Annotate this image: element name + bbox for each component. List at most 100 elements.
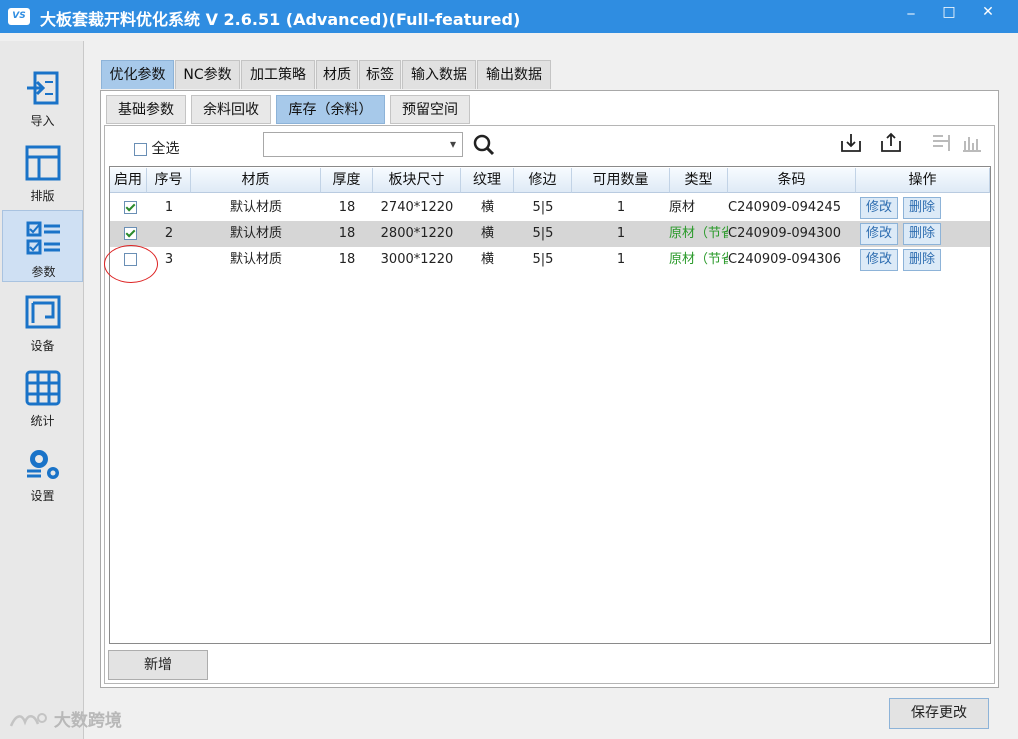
layout-icon <box>25 145 61 181</box>
device-icon <box>25 295 61 329</box>
import-icon <box>27 71 59 105</box>
align-icon <box>933 135 950 151</box>
table-row[interactable]: 1 默认材质 18 2740*1220 横 5|5 1 原材 C240909-0… <box>110 195 990 221</box>
watermark: 大数跨境 <box>8 706 122 732</box>
tab-inventory[interactable]: 库存（余料） <box>276 95 385 124</box>
sidebar-item-import[interactable]: 导入 <box>2 60 83 132</box>
export-tray-icon[interactable] <box>879 131 903 155</box>
chevron-down-icon[interactable]: ▾ <box>450 137 456 151</box>
header-size[interactable]: 板块尺寸 <box>373 168 461 193</box>
cell-grain: 横 <box>480 252 494 267</box>
cell-index: 1 <box>164 200 174 215</box>
cell-material: 默认材质 <box>229 200 282 215</box>
row-enable-checkbox[interactable] <box>120 221 140 247</box>
params-icon <box>26 221 60 255</box>
sidebar-item-layout[interactable]: 排版 <box>2 135 83 207</box>
sidebar-item-stats[interactable]: 统计 <box>2 360 83 432</box>
sidebar-item-device[interactable]: 设备 <box>2 285 83 357</box>
header-material[interactable]: 材质 <box>191 168 321 193</box>
add-button[interactable]: 新增 <box>108 650 208 680</box>
delete-button[interactable]: 删除 <box>903 249 941 271</box>
cell-quantity: 1 <box>616 252 626 267</box>
minimize-button[interactable]: _ <box>893 0 929 33</box>
tab-output-data[interactable]: 输出数据 <box>477 60 551 89</box>
select-all-box[interactable] <box>134 142 147 156</box>
delete-button[interactable]: 删除 <box>903 223 941 245</box>
header-type[interactable]: 类型 <box>670 168 728 193</box>
sidebar-label-stats: 统计 <box>30 414 55 428</box>
sidebar-label-device: 设备 <box>30 339 55 353</box>
cell-material: 默认材质 <box>229 252 282 267</box>
sidebar-label-params: 参数 <box>31 265 56 279</box>
cell-size: 2740*1220 <box>380 200 454 215</box>
cell-index: 2 <box>164 226 174 241</box>
save-changes-button[interactable]: 保存更改 <box>889 698 989 729</box>
select-all-label: 全选 <box>151 141 180 157</box>
cell-type: 原材 <box>669 200 696 215</box>
header-enabled[interactable]: 启用 <box>110 168 147 193</box>
watermark-logo-icon <box>9 713 47 727</box>
watermark-text: 大数跨境 <box>53 711 122 731</box>
maximize-button[interactable]: □ <box>931 0 967 33</box>
table-row[interactable]: 3 默认材质 18 3000*1220 横 5|5 1 原材（节省 C24090… <box>110 247 990 273</box>
sidebar-item-settings[interactable]: 设置 <box>2 435 83 507</box>
annotation-circle <box>104 245 158 283</box>
cell-type: 原材（节省 <box>669 226 728 241</box>
tab-nc-params[interactable]: NC参数 <box>175 60 240 89</box>
header-grain[interactable]: 纹理 <box>461 168 514 193</box>
tab-input-data[interactable]: 输入数据 <box>402 60 476 89</box>
title-bar: VS 大板套裁开料优化系统 V 2.6.51 (Advanced)(Full-f… <box>0 0 1018 33</box>
cell-quantity: 1 <box>616 226 626 241</box>
cell-barcode: C240909-094300 <box>728 226 842 241</box>
row-enable-checkbox[interactable] <box>120 195 140 221</box>
import-tray-icon[interactable] <box>839 131 863 155</box>
cell-trim: 5|5 <box>532 226 554 241</box>
select-all-checkbox[interactable]: 全选 <box>134 138 179 158</box>
cell-barcode: C240909-094245 <box>728 200 842 215</box>
cell-material: 默认材质 <box>229 226 282 241</box>
cell-size: 2800*1220 <box>380 226 454 241</box>
app-logo-icon: VS <box>8 8 30 25</box>
tab-basic-params[interactable]: 基础参数 <box>106 95 186 124</box>
cell-thickness: 18 <box>338 200 356 215</box>
close-button[interactable]: ✕ <box>970 0 1006 33</box>
cell-barcode: C240909-094306 <box>728 252 842 267</box>
sidebar-label-layout: 排版 <box>30 189 55 203</box>
header-thickness[interactable]: 厚度 <box>321 168 373 193</box>
row-checkbox[interactable] <box>123 201 137 214</box>
search-icon[interactable] <box>473 134 495 156</box>
sidebar-item-params[interactable]: 参数 <box>2 210 83 282</box>
table-row[interactable]: 2 默认材质 18 2800*1220 横 5|5 1 原材（节省 C24090… <box>110 221 990 247</box>
edit-button[interactable]: 修改 <box>860 223 898 245</box>
header-barcode[interactable]: 条码 <box>728 168 856 193</box>
header-index[interactable]: 序号 <box>147 168 191 193</box>
header-quantity[interactable]: 可用数量 <box>572 168 670 193</box>
delete-button[interactable]: 删除 <box>903 197 941 219</box>
bar-chart-icon <box>963 137 981 152</box>
cell-grain: 横 <box>480 226 494 241</box>
sidebar: 导入 排版 参数 设备 统计 设置 <box>0 41 84 739</box>
settings-icon <box>27 450 59 479</box>
cell-type: 原材（节省 <box>669 252 728 267</box>
tab-reserved-space[interactable]: 预留空间 <box>390 95 470 124</box>
window-title: 大板套裁开料优化系统 V 2.6.51 (Advanced)(Full-feat… <box>40 10 521 29</box>
edit-button[interactable]: 修改 <box>860 197 898 219</box>
tab-remnant-recycle[interactable]: 余料回收 <box>191 95 271 124</box>
row-checkbox[interactable] <box>123 227 137 240</box>
header-actions[interactable]: 操作 <box>856 168 990 193</box>
cell-thickness: 18 <box>338 226 356 241</box>
sidebar-label-import: 导入 <box>30 114 55 128</box>
tab-optimize-params[interactable]: 优化参数 <box>101 60 174 89</box>
tab-machining-strategy[interactable]: 加工策略 <box>241 60 315 89</box>
sidebar-label-settings: 设置 <box>30 489 55 503</box>
cell-thickness: 18 <box>338 252 356 267</box>
stats-icon <box>25 370 61 406</box>
filter-combo[interactable]: ▾ <box>263 132 463 157</box>
cell-trim: 5|5 <box>532 252 554 267</box>
edit-button[interactable]: 修改 <box>860 249 898 271</box>
header-trim[interactable]: 修边 <box>514 168 572 193</box>
cell-size: 3000*1220 <box>380 252 454 267</box>
tab-label[interactable]: 标签 <box>359 60 401 89</box>
tab-material[interactable]: 材质 <box>316 60 358 89</box>
cell-grain: 横 <box>480 200 494 215</box>
